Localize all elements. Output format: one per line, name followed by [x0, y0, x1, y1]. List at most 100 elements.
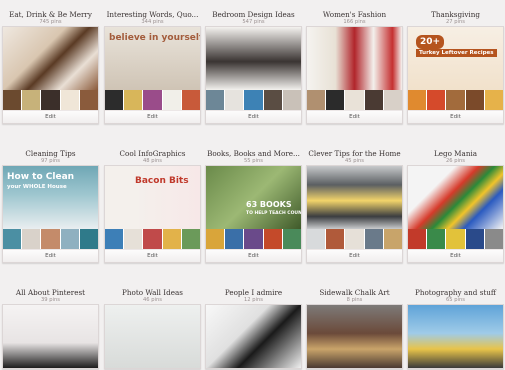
board-card[interactable]	[306, 304, 403, 369]
pin-thumbnail[interactable]	[484, 229, 504, 249]
edit-board-button[interactable]: Edit	[206, 249, 301, 262]
pin-thumbnail[interactable]	[408, 90, 427, 110]
pin-thumbnail[interactable]	[326, 90, 345, 110]
board[interactable]: Thanksgiving 27 pins 20+ Turkey Leftover Re…	[407, 10, 504, 124]
board-cover-image[interactable]	[105, 305, 200, 368]
pin-thumbnail[interactable]	[282, 229, 302, 249]
pin-thumbnail[interactable]	[263, 229, 282, 249]
board-card[interactable]: How to Clean your WHOLE House Edit	[2, 165, 99, 263]
board-title[interactable]: Cleaning Tips	[2, 149, 99, 158]
board-card[interactable]: Edit	[407, 165, 504, 263]
board-title[interactable]: Bedroom Design Ideas	[205, 10, 302, 19]
board-cover-image[interactable]	[408, 166, 503, 229]
pin-thumbnail[interactable]	[465, 229, 484, 249]
board[interactable]: Women's Fashion 166 pins Edit	[306, 10, 403, 124]
board[interactable]: Cleaning Tips 97 pins How to Clean your WHO…	[2, 149, 99, 263]
board[interactable]: People I admire 12 pins	[205, 288, 302, 369]
edit-board-button[interactable]: Edit	[3, 110, 98, 123]
board[interactable]: Clever Tips for the Home 45 pins Edit	[306, 149, 403, 263]
pin-thumbnail[interactable]	[22, 229, 41, 249]
board-card[interactable]: believe in yourself Edit	[104, 26, 201, 124]
edit-board-button[interactable]: Edit	[105, 110, 200, 123]
board-cover-image[interactable]	[3, 27, 98, 90]
board-card[interactable]: Edit	[306, 165, 403, 263]
pin-thumbnail[interactable]	[181, 90, 201, 110]
pin-thumbnail[interactable]	[3, 90, 22, 110]
pin-thumbnail[interactable]	[345, 90, 364, 110]
board[interactable]: All About Pinterest 39 pins	[2, 288, 99, 369]
pin-thumbnail[interactable]	[408, 229, 427, 249]
board-cover-image[interactable]: believe in yourself	[105, 27, 200, 90]
board-title[interactable]: Women's Fashion	[306, 10, 403, 19]
pin-thumbnail[interactable]	[465, 90, 484, 110]
pin-thumbnail[interactable]	[60, 90, 79, 110]
pin-thumbnail[interactable]	[345, 229, 364, 249]
pin-thumbnail[interactable]	[143, 90, 162, 110]
pin-thumbnail[interactable]	[181, 229, 201, 249]
pin-thumbnail[interactable]	[484, 90, 504, 110]
pin-thumbnail[interactable]	[206, 90, 225, 110]
pin-thumbnail[interactable]	[162, 229, 181, 249]
pin-thumbnail[interactable]	[124, 90, 143, 110]
board-cover-image[interactable]	[307, 305, 402, 368]
board-card[interactable]	[2, 304, 99, 369]
pin-thumbnail[interactable]	[105, 90, 124, 110]
board-cover-image[interactable]: Bacon Bits	[105, 166, 200, 229]
pin-thumbnail[interactable]	[427, 90, 446, 110]
board-cover-image[interactable]	[307, 166, 402, 229]
board-title[interactable]: Lego Mania	[407, 149, 504, 158]
pin-thumbnail[interactable]	[282, 90, 302, 110]
pin-thumbnail[interactable]	[225, 90, 244, 110]
edit-board-button[interactable]: Edit	[206, 110, 301, 123]
board-title[interactable]: Clever Tips for the Home	[306, 149, 403, 158]
board-title[interactable]: Eat, Drink & Be Merry	[2, 10, 99, 19]
board-cover-image[interactable]: 63 BOOKS TO HELP TEACH COUNTING	[206, 166, 301, 229]
pin-thumbnail[interactable]	[124, 229, 143, 249]
board[interactable]: Eat, Drink & Be Merry 745 pins Edit	[2, 10, 99, 124]
board-title[interactable]: Thanksgiving	[407, 10, 504, 19]
pin-thumbnail[interactable]	[105, 229, 124, 249]
board-card[interactable]	[205, 304, 302, 369]
board-title[interactable]: Interesting Words, Quo...	[104, 10, 201, 19]
pin-thumbnail[interactable]	[41, 90, 60, 110]
board-title[interactable]: Cool InfoGraphics	[104, 149, 201, 158]
pin-thumbnail[interactable]	[364, 90, 383, 110]
board-title[interactable]: Photography and stuff	[407, 288, 504, 297]
edit-board-button[interactable]: Edit	[307, 110, 402, 123]
board[interactable]: Bedroom Design Ideas 547 pins Edit	[205, 10, 302, 124]
board-card[interactable]: Edit	[2, 26, 99, 124]
pin-thumbnail[interactable]	[225, 229, 244, 249]
board-cover-image[interactable]	[206, 305, 301, 368]
pin-thumbnail[interactable]	[162, 90, 181, 110]
pin-thumbnail[interactable]	[383, 229, 403, 249]
pin-thumbnail[interactable]	[41, 229, 60, 249]
pin-thumbnail[interactable]	[244, 229, 263, 249]
board[interactable]: Lego Mania 26 pins Edit	[407, 149, 504, 263]
pin-thumbnail[interactable]	[364, 229, 383, 249]
board-cover-image[interactable]: 20+ Turkey Leftover Recipes	[408, 27, 503, 90]
pin-thumbnail[interactable]	[307, 90, 326, 110]
board[interactable]: Photo Wall Ideas 46 pins	[104, 288, 201, 369]
pin-thumbnail[interactable]	[263, 90, 282, 110]
pin-thumbnail[interactable]	[446, 90, 465, 110]
board-card[interactable]	[104, 304, 201, 369]
board-cover-image[interactable]: How to Clean your WHOLE House	[3, 166, 98, 229]
pin-thumbnail[interactable]	[60, 229, 79, 249]
board[interactable]: Interesting Words, Quo... 344 pins believe…	[104, 10, 201, 124]
edit-board-button[interactable]: Edit	[105, 249, 200, 262]
board-cover-image[interactable]	[3, 305, 98, 368]
pin-thumbnail[interactable]	[79, 229, 99, 249]
board-card[interactable]	[407, 304, 504, 369]
board-card[interactable]: 63 BOOKS TO HELP TEACH COUNTING Edit	[205, 165, 302, 263]
board[interactable]: Sidewalk Chalk Art 8 pins	[306, 288, 403, 369]
pin-thumbnail[interactable]	[446, 229, 465, 249]
board-cover-image[interactable]	[206, 27, 301, 90]
board-cover-image[interactable]	[408, 305, 503, 368]
pin-thumbnail[interactable]	[427, 229, 446, 249]
edit-board-button[interactable]: Edit	[408, 110, 503, 123]
pin-thumbnail[interactable]	[79, 90, 99, 110]
board[interactable]: Books, Books and More... 55 pins 63 BOOKS T…	[205, 149, 302, 263]
pin-thumbnail[interactable]	[244, 90, 263, 110]
board-card[interactable]: Edit	[306, 26, 403, 124]
board-title[interactable]: People I admire	[205, 288, 302, 297]
